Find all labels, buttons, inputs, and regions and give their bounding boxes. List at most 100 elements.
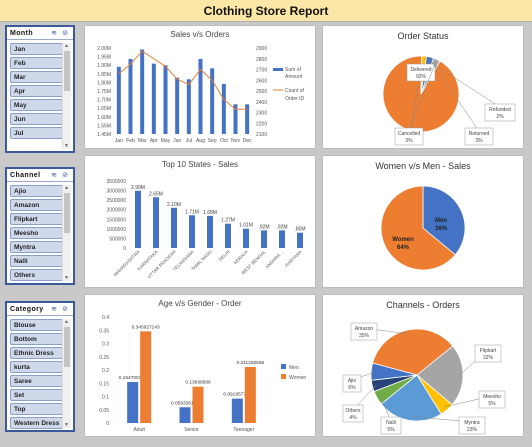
month-slicer-item[interactable]: Jun bbox=[10, 113, 63, 125]
category-slicer-item[interactable]: Bottom bbox=[10, 333, 63, 345]
order-status-panel[interactable]: Order Status Delivered 92% Refunded 2% Retur… bbox=[322, 25, 524, 149]
month-slicer-item[interactable]: Apr bbox=[10, 85, 63, 97]
women-men-panel[interactable]: Women v/s Men - Sales Men 36% Women 64% bbox=[322, 155, 524, 288]
month-slicer-scrollbar[interactable]: ▲ ▼ bbox=[62, 43, 71, 149]
bar bbox=[163, 65, 168, 134]
channel-slicer-item[interactable]: Myntra bbox=[10, 241, 63, 253]
channel-slicer-item[interactable]: Ajio bbox=[10, 185, 63, 197]
bar bbox=[244, 367, 256, 423]
channel-slicer-item[interactable]: Others bbox=[10, 269, 63, 281]
legend-swatch bbox=[273, 68, 283, 71]
x-tick-label: Jul bbox=[186, 138, 192, 144]
multi-select-icon[interactable]: ≋ bbox=[50, 172, 58, 179]
data-label: Flipkart bbox=[480, 348, 497, 354]
category-slicer-item[interactable]: Blouse bbox=[10, 319, 63, 331]
data-label: 0.211292556 bbox=[237, 360, 265, 366]
x-tick-label: ANDHRA ... bbox=[264, 249, 284, 269]
scroll-thumb[interactable] bbox=[64, 51, 70, 91]
category-slicer-item[interactable]: Western Dress bbox=[10, 417, 63, 429]
channel-slicer[interactable]: Channel ≋ ⊘ Ajio Amazon Flipkart Meesho Mynt… bbox=[5, 167, 75, 285]
month-slicer-item[interactable]: Feb bbox=[10, 57, 63, 69]
bar bbox=[151, 63, 156, 134]
month-slicer-title: Month bbox=[10, 29, 33, 37]
legend-swatch bbox=[281, 364, 286, 369]
y-tick-label: 1.60M bbox=[97, 115, 111, 121]
scroll-down-icon[interactable]: ▼ bbox=[64, 275, 69, 281]
bar bbox=[127, 382, 139, 423]
category-slicer-item[interactable]: kurta bbox=[10, 361, 63, 373]
scroll-up-icon[interactable]: ▲ bbox=[64, 185, 69, 191]
y-tick-label: 1.90M bbox=[97, 63, 111, 69]
multi-select-icon[interactable]: ≋ bbox=[50, 30, 58, 37]
category-slicer-item[interactable]: Top bbox=[10, 403, 63, 415]
channel-slicer-item[interactable]: Nalli bbox=[10, 255, 63, 267]
month-slicer-item[interactable]: Mar bbox=[10, 71, 63, 83]
y-tick-label: 1000000 bbox=[107, 227, 127, 233]
month-slicer-item[interactable]: Jul bbox=[10, 127, 63, 139]
category-slicer[interactable]: Category ≋ ⊘ Blouse Bottom Ethnic Dress kur… bbox=[5, 301, 75, 432]
x-tick-label: Nov bbox=[231, 138, 240, 144]
x-tick-label: HARYANA bbox=[284, 249, 303, 268]
scroll-down-icon[interactable]: ▼ bbox=[64, 143, 69, 149]
x-tick-label: May bbox=[161, 138, 171, 144]
report-banner: Clothing Store Report bbox=[0, 0, 532, 22]
bar bbox=[221, 83, 226, 134]
scroll-thumb[interactable] bbox=[64, 193, 70, 233]
age-gender-chart: 00.050.10.150.20.250.30.350.40.154700307… bbox=[99, 315, 306, 433]
y2-tick-label: 2100 bbox=[256, 132, 267, 138]
bar bbox=[243, 228, 249, 248]
data-label: 92% bbox=[416, 74, 427, 80]
y-tick-label: 0 bbox=[106, 421, 109, 427]
y-tick-label: 1.45M bbox=[97, 132, 111, 138]
bar bbox=[207, 215, 213, 248]
data-label: Men bbox=[435, 218, 447, 224]
data-label: .80M bbox=[294, 227, 305, 233]
category-slicer-item[interactable]: Ethnic Dress bbox=[10, 347, 63, 359]
scroll-up-icon[interactable]: ▲ bbox=[64, 319, 69, 325]
data-label: Refunded bbox=[489, 107, 511, 113]
clear-filter-icon[interactable]: ⊘ bbox=[61, 30, 69, 37]
data-label: Delivered bbox=[410, 67, 431, 73]
report-title: Clothing Store Report bbox=[203, 3, 329, 18]
sales-orders-panel[interactable]: Sales v/s Orders 1.45M 1.55M 1.60M 1.65M 1.7… bbox=[84, 25, 316, 149]
category-slicer-scrollbar[interactable]: ▲ ▼ bbox=[62, 319, 71, 428]
category-slicer-item[interactable]: Saree bbox=[10, 375, 63, 387]
scroll-up-icon[interactable]: ▲ bbox=[64, 43, 69, 49]
month-slicer-item[interactable]: May bbox=[10, 99, 63, 111]
scroll-thumb[interactable] bbox=[64, 327, 70, 367]
y-tick-label: 500000 bbox=[109, 236, 126, 242]
channel-slicer-item[interactable]: Meesho bbox=[10, 227, 63, 239]
legend-label: Order ID bbox=[285, 96, 305, 102]
top-states-panel[interactable]: Top 10 States - Sales 0 500000 1000000 1500… bbox=[84, 155, 316, 288]
bar bbox=[245, 104, 250, 134]
clear-filter-icon[interactable]: ⊘ bbox=[61, 306, 69, 313]
scroll-down-icon[interactable]: ▼ bbox=[64, 422, 69, 428]
y-tick-label: 0 bbox=[123, 246, 126, 252]
bar bbox=[179, 407, 191, 423]
data-label: 0.345927143 bbox=[132, 324, 160, 330]
y-tick-label: 3000000 bbox=[107, 189, 127, 195]
x-tick-label: Jan bbox=[115, 138, 123, 144]
multi-select-icon[interactable]: ≋ bbox=[50, 306, 58, 313]
month-slicer-items: Jan Feb Mar Apr May Jun Jul bbox=[10, 43, 63, 139]
data-label: 2.10M bbox=[167, 202, 181, 208]
y2-tick-label: 2200 bbox=[256, 121, 267, 127]
bar bbox=[210, 68, 215, 134]
legend-swatch bbox=[281, 374, 286, 379]
age-gender-panel[interactable]: Age v/s Gender - Order 0 0.05 0.1 0.15 0.2 0.… bbox=[84, 294, 316, 437]
y2-tick-label: 2300 bbox=[256, 111, 267, 117]
data-label: 2.65M bbox=[149, 191, 163, 197]
x-tick-label: Adult bbox=[133, 427, 145, 433]
channel-slicer-item[interactable]: Amazon bbox=[10, 199, 63, 211]
data-label: 5% bbox=[387, 427, 395, 433]
clear-filter-icon[interactable]: ⊘ bbox=[61, 172, 69, 179]
category-slicer-item[interactable]: Set bbox=[10, 389, 63, 401]
channel-slicer-scrollbar[interactable]: ▲ ▼ bbox=[62, 185, 71, 281]
month-slicer-item[interactable]: Jan bbox=[10, 43, 63, 55]
channel-slicer-item[interactable]: Flipkart bbox=[10, 213, 63, 225]
women-men-title: Women v/s Men - Sales bbox=[375, 161, 471, 171]
data-label: 1.01M bbox=[239, 223, 253, 229]
month-slicer[interactable]: Month ≋ ⊘ Jan Feb Mar Apr May Jun Jul ▲ ▼ bbox=[5, 25, 75, 153]
category-slicer-title: Category bbox=[10, 305, 44, 313]
channels-panel[interactable]: Channels - Orders Amazon 35% Flipkart 22% Me… bbox=[322, 294, 524, 437]
